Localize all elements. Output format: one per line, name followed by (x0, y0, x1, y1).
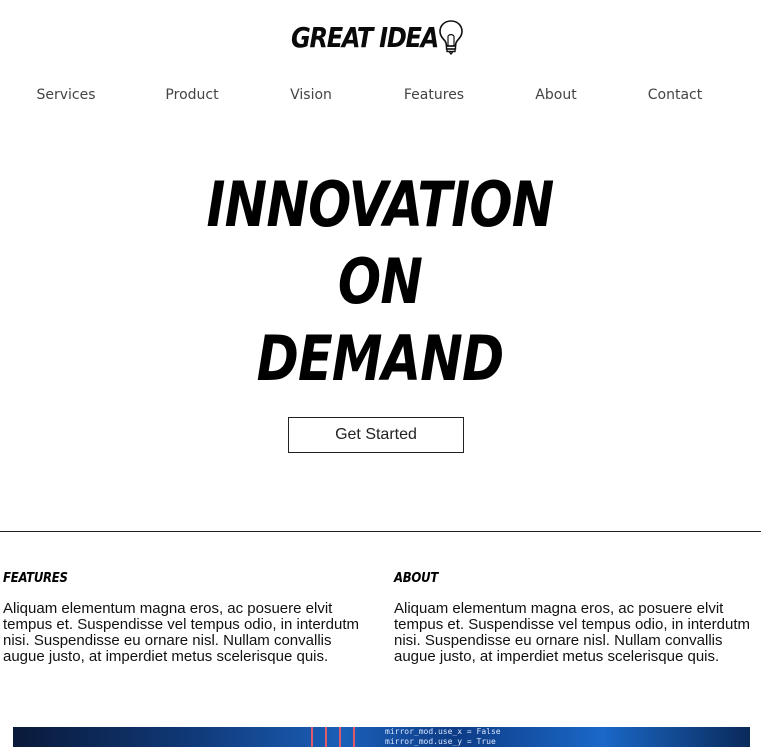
get-started-button[interactable]: Get Started (288, 417, 464, 453)
features-heading: FEATURES (3, 571, 68, 586)
banner-image: mirror_mod.use_x = False mirror_mod.use_… (13, 727, 750, 747)
nav-item-contact[interactable]: Contact (648, 87, 702, 103)
features-body: Aliquam elementum magna eros, ac posuere… (3, 600, 360, 665)
lightbulb-icon (439, 20, 463, 55)
nav-item-product[interactable]: Product (165, 87, 218, 103)
hero-title-line-1: INNOVATION (206, 168, 555, 241)
banner-code-line-2: mirror_mod.use_y = True (385, 737, 496, 746)
nav-item-services[interactable]: Services (36, 87, 95, 103)
banner-stripe (339, 727, 341, 747)
banner-stripe (353, 727, 355, 747)
nav-item-about[interactable]: About (535, 87, 576, 103)
main-nav: Services Product Vision Features About C… (0, 87, 770, 109)
page: GREAT IDEA Services Product Vision Featu… (0, 0, 770, 747)
hero-title-line-3: DEMAND (256, 322, 505, 395)
about-section: ABOUT Aliquam elementum magna eros, ac p… (394, 570, 754, 665)
about-body: Aliquam elementum magna eros, ac posuere… (394, 600, 751, 665)
hero-title-line-2: ON (337, 245, 423, 318)
site-logo[interactable]: GREAT IDEA (291, 18, 463, 56)
about-heading: ABOUT (394, 571, 439, 586)
banner-stripe (325, 727, 327, 747)
hero-title: INNOVATION ON DEMAND (0, 166, 760, 397)
banner-code-text: mirror_mod.use_x = False mirror_mod.use_… (385, 727, 501, 747)
logo-text: GREAT IDEA (291, 20, 439, 54)
features-section: FEATURES Aliquam elementum magna eros, a… (3, 570, 363, 665)
section-divider (0, 531, 761, 532)
nav-item-vision[interactable]: Vision (290, 87, 332, 103)
nav-item-features[interactable]: Features (404, 87, 464, 103)
banner-stripe (311, 727, 313, 747)
banner-code-line-1: mirror_mod.use_x = False (385, 727, 501, 736)
